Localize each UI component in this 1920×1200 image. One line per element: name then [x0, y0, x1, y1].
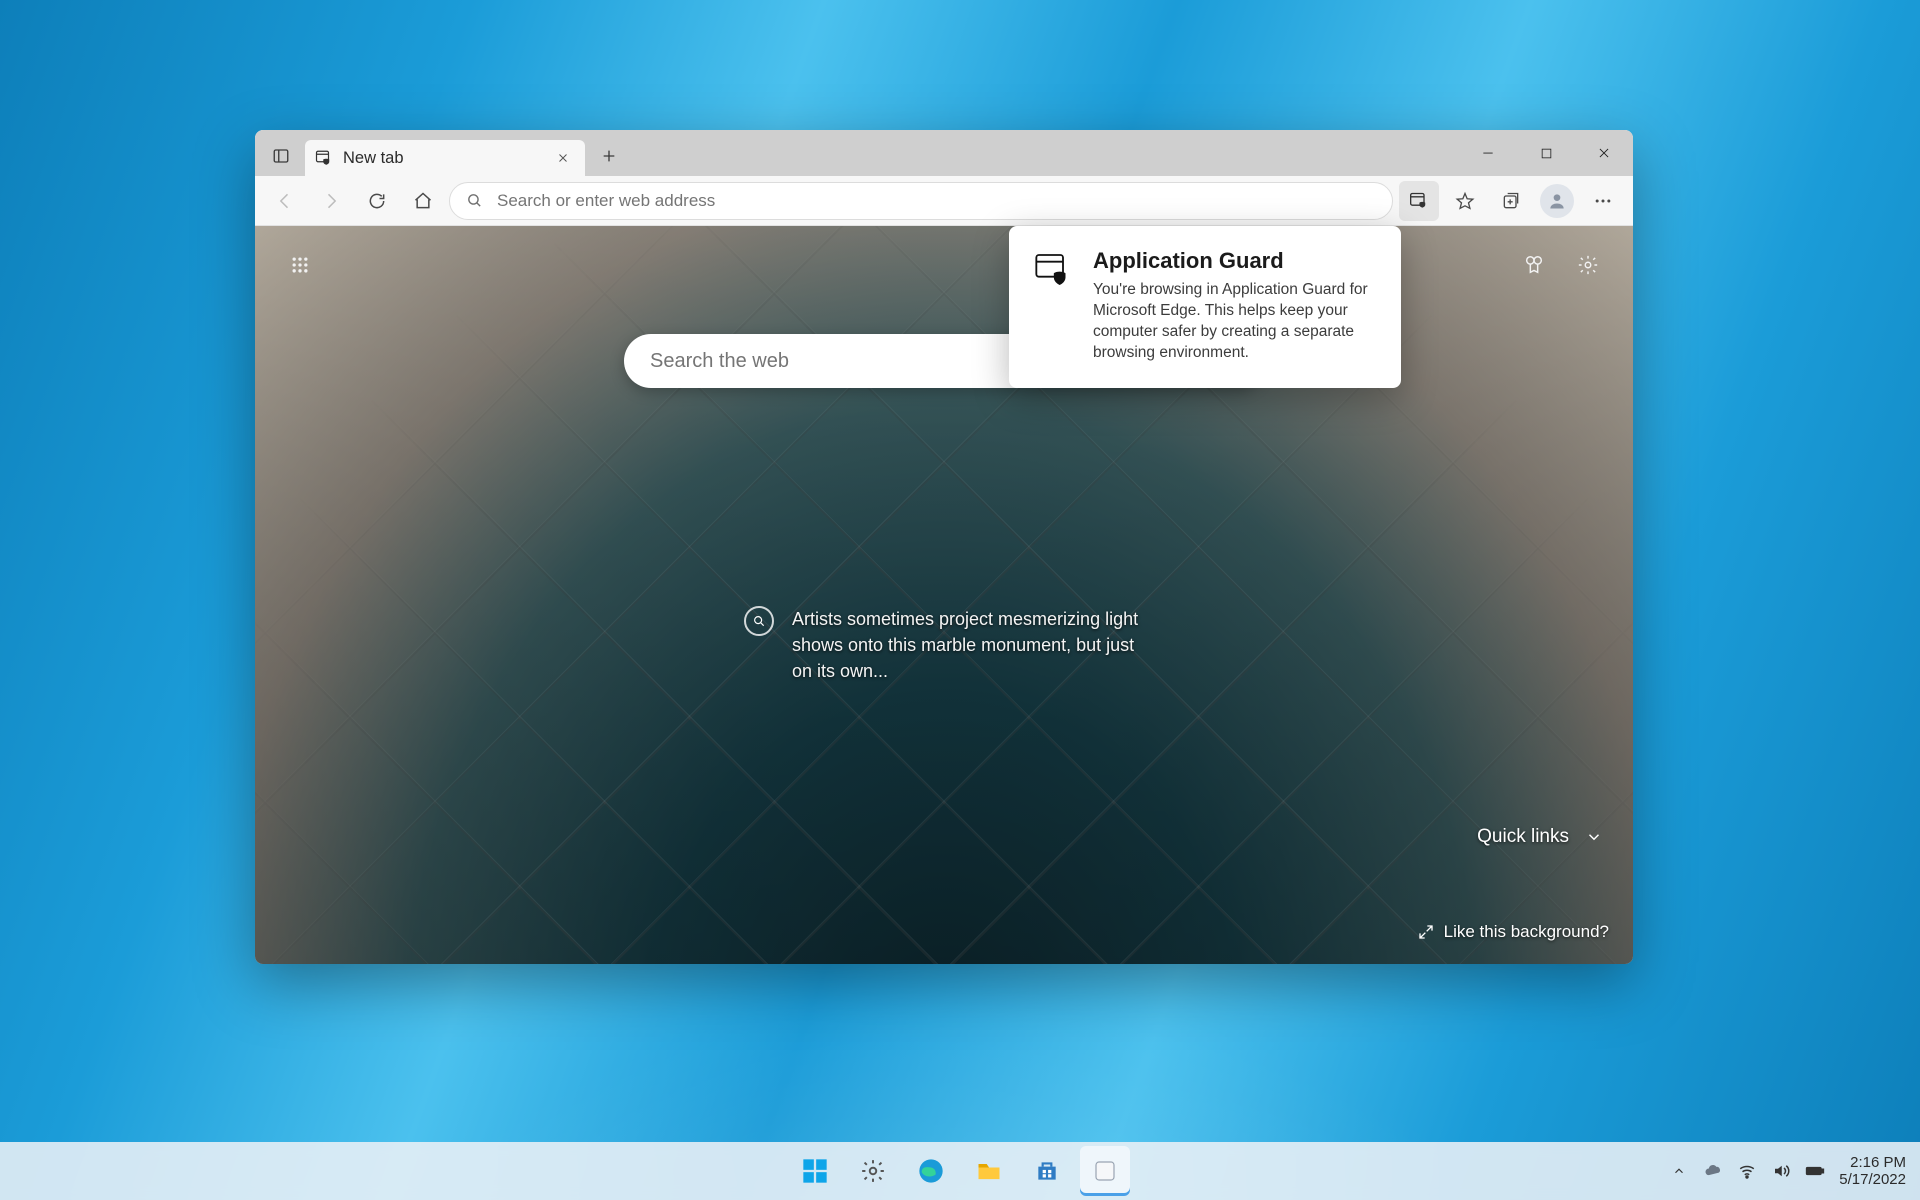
tab-close-button[interactable]	[551, 146, 575, 170]
application-guard-tab-icon	[315, 149, 333, 167]
window-controls	[1459, 130, 1633, 176]
like-background-label: Like this background?	[1444, 922, 1609, 942]
collections-button[interactable]	[1491, 181, 1531, 221]
quick-links-label: Quick links	[1477, 826, 1569, 848]
flyout-title: Application Guard	[1093, 248, 1375, 274]
like-background-link[interactable]: Like this background?	[1418, 922, 1609, 942]
close-window-button[interactable]	[1575, 130, 1633, 176]
back-button[interactable]	[265, 181, 305, 221]
application-guard-icon	[1031, 248, 1075, 292]
ntp-top-bar	[279, 244, 1609, 286]
flyout-body: You're browsing in Application Guard for…	[1093, 280, 1375, 364]
rewards-button[interactable]	[1513, 244, 1555, 286]
maximize-button[interactable]	[1517, 130, 1575, 176]
search-icon	[744, 606, 774, 636]
tab-title: New tab	[343, 149, 404, 168]
ntp-caption-text: Artists sometimes project mesmerizing li…	[792, 606, 1144, 684]
favorites-button[interactable]	[1445, 181, 1485, 221]
edge-browser-window: New tab	[255, 130, 1633, 964]
app-launcher-button[interactable]	[279, 244, 321, 286]
start-button[interactable]	[790, 1146, 840, 1196]
taskbar-pinned-apps	[790, 1146, 1130, 1196]
application-guard-toolbar-button[interactable]	[1399, 181, 1439, 221]
chevron-down-icon	[1585, 828, 1603, 846]
taskbar-edge[interactable]	[906, 1146, 956, 1196]
forward-button[interactable]	[311, 181, 351, 221]
onedrive-icon[interactable]	[1703, 1161, 1723, 1181]
ntp-image-caption[interactable]: Artists sometimes project mesmerizing li…	[744, 606, 1144, 684]
taskbar: 2:16 PM 5/17/2022	[0, 1142, 1920, 1200]
taskbar-clock[interactable]: 2:16 PM 5/17/2022	[1839, 1154, 1906, 1189]
settings-and-more-button[interactable]	[1583, 181, 1623, 221]
search-icon	[466, 192, 483, 209]
minimize-button[interactable]	[1459, 130, 1517, 176]
new-tab-page: Artists sometimes project mesmerizing li…	[255, 226, 1633, 964]
new-tab-button[interactable]	[589, 136, 629, 176]
page-settings-button[interactable]	[1567, 244, 1609, 286]
address-input[interactable]	[497, 191, 1376, 211]
application-guard-flyout: Application Guard You're browsing in App…	[1009, 226, 1401, 388]
taskbar-microsoft-store[interactable]	[1022, 1146, 1072, 1196]
taskbar-settings[interactable]	[848, 1146, 898, 1196]
refresh-button[interactable]	[357, 181, 397, 221]
battery-icon[interactable]	[1805, 1161, 1825, 1181]
clock-time: 2:16 PM	[1839, 1154, 1906, 1171]
home-button[interactable]	[403, 181, 443, 221]
tab-actions-button[interactable]	[261, 136, 301, 176]
wifi-icon[interactable]	[1737, 1161, 1757, 1181]
clock-date: 5/17/2022	[1839, 1171, 1906, 1188]
browser-tab[interactable]: New tab	[305, 140, 585, 176]
tray-overflow-button[interactable]	[1669, 1161, 1689, 1181]
expand-icon	[1418, 924, 1434, 940]
taskbar-file-explorer[interactable]	[964, 1146, 1014, 1196]
avatar	[1540, 184, 1574, 218]
address-bar[interactable]	[449, 182, 1393, 220]
volume-icon[interactable]	[1771, 1161, 1791, 1181]
system-tray: 2:16 PM 5/17/2022	[1669, 1154, 1920, 1189]
browser-toolbar	[255, 176, 1633, 226]
tab-strip: New tab	[255, 130, 1633, 176]
profile-button[interactable]	[1537, 181, 1577, 221]
taskbar-running-app[interactable]	[1080, 1146, 1130, 1196]
quick-links-toggle[interactable]: Quick links	[1477, 826, 1603, 848]
